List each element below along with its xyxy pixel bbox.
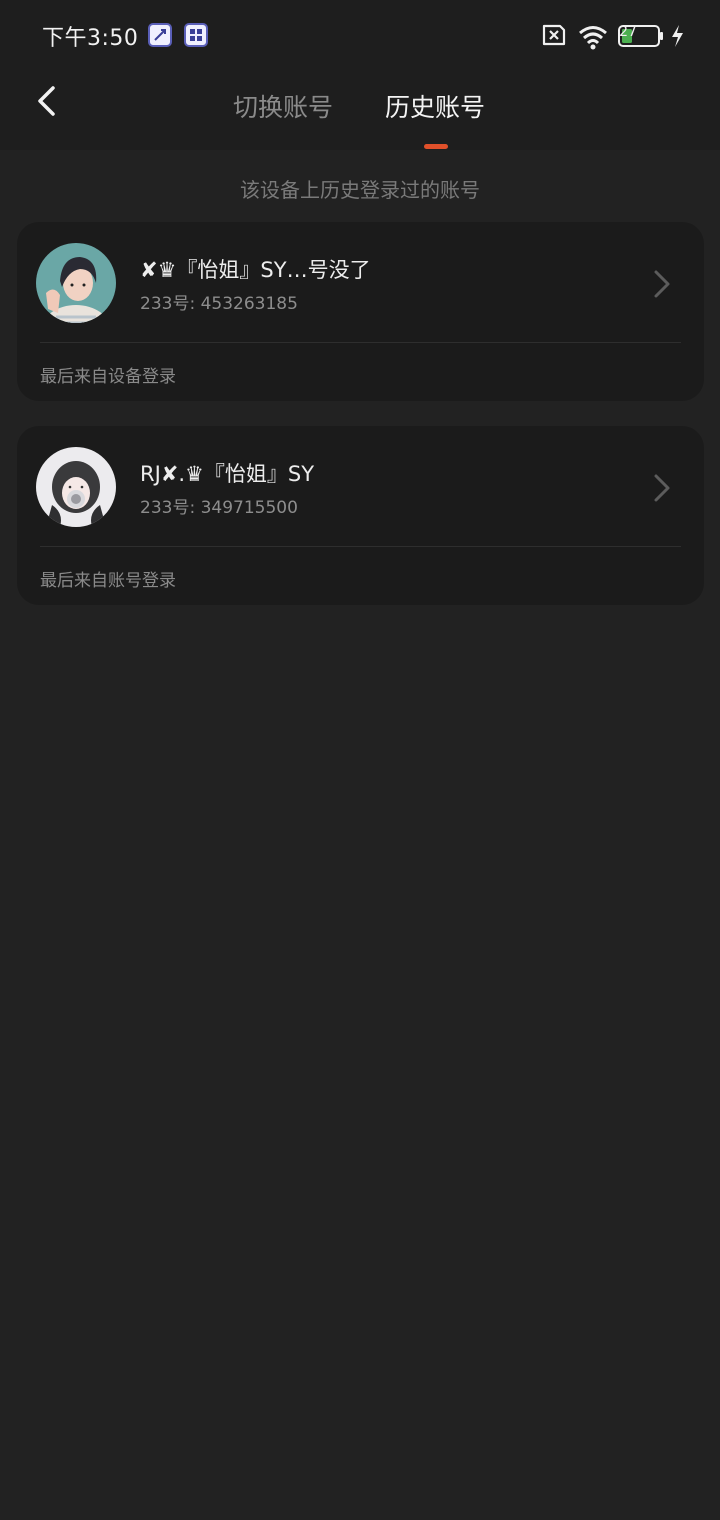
back-button[interactable] bbox=[28, 82, 68, 122]
tab-indicator bbox=[424, 144, 448, 149]
sim-error-icon bbox=[542, 24, 566, 46]
notification-app-icon bbox=[184, 23, 208, 47]
tab-history-account[interactable]: 历史账号 bbox=[385, 88, 485, 128]
notification-app-icon bbox=[148, 23, 172, 47]
account-name: ✘♛『怡姐』SY…号没了 bbox=[140, 258, 371, 282]
wifi-icon bbox=[579, 26, 607, 50]
account-card[interactable]: ✘♛『怡姐』SY…号没了 233号: 453263185 最后来自设备登录 bbox=[17, 222, 704, 401]
login-source: 最后来自账号登录 bbox=[40, 571, 176, 591]
back-icon bbox=[38, 86, 55, 116]
header: 切换账号 历史账号 bbox=[0, 70, 720, 150]
battery-level: 27 bbox=[619, 24, 637, 40]
chevron-right-icon bbox=[650, 266, 674, 302]
login-source: 最后来自设备登录 bbox=[40, 367, 176, 387]
section-subtitle: 该设备上历史登录过的账号 bbox=[240, 178, 480, 202]
charging-icon bbox=[672, 25, 683, 47]
divider bbox=[40, 546, 681, 547]
divider bbox=[40, 342, 681, 343]
tab-switch-account[interactable]: 切换账号 bbox=[233, 88, 333, 128]
account-id: 233号: 349715500 bbox=[140, 498, 298, 518]
account-card[interactable]: RJ✘.♛『怡姐』SY 233号: 349715500 最后来自账号登录 bbox=[17, 426, 704, 605]
chevron-right-icon bbox=[650, 470, 674, 506]
avatar bbox=[36, 243, 116, 323]
avatar bbox=[36, 447, 116, 527]
status-time: 下午3:50 bbox=[42, 26, 139, 51]
account-name: RJ✘.♛『怡姐』SY bbox=[140, 462, 315, 486]
status-bar: 下午3:50 27 bbox=[0, 0, 720, 70]
account-id: 233号: 453263185 bbox=[140, 294, 298, 314]
